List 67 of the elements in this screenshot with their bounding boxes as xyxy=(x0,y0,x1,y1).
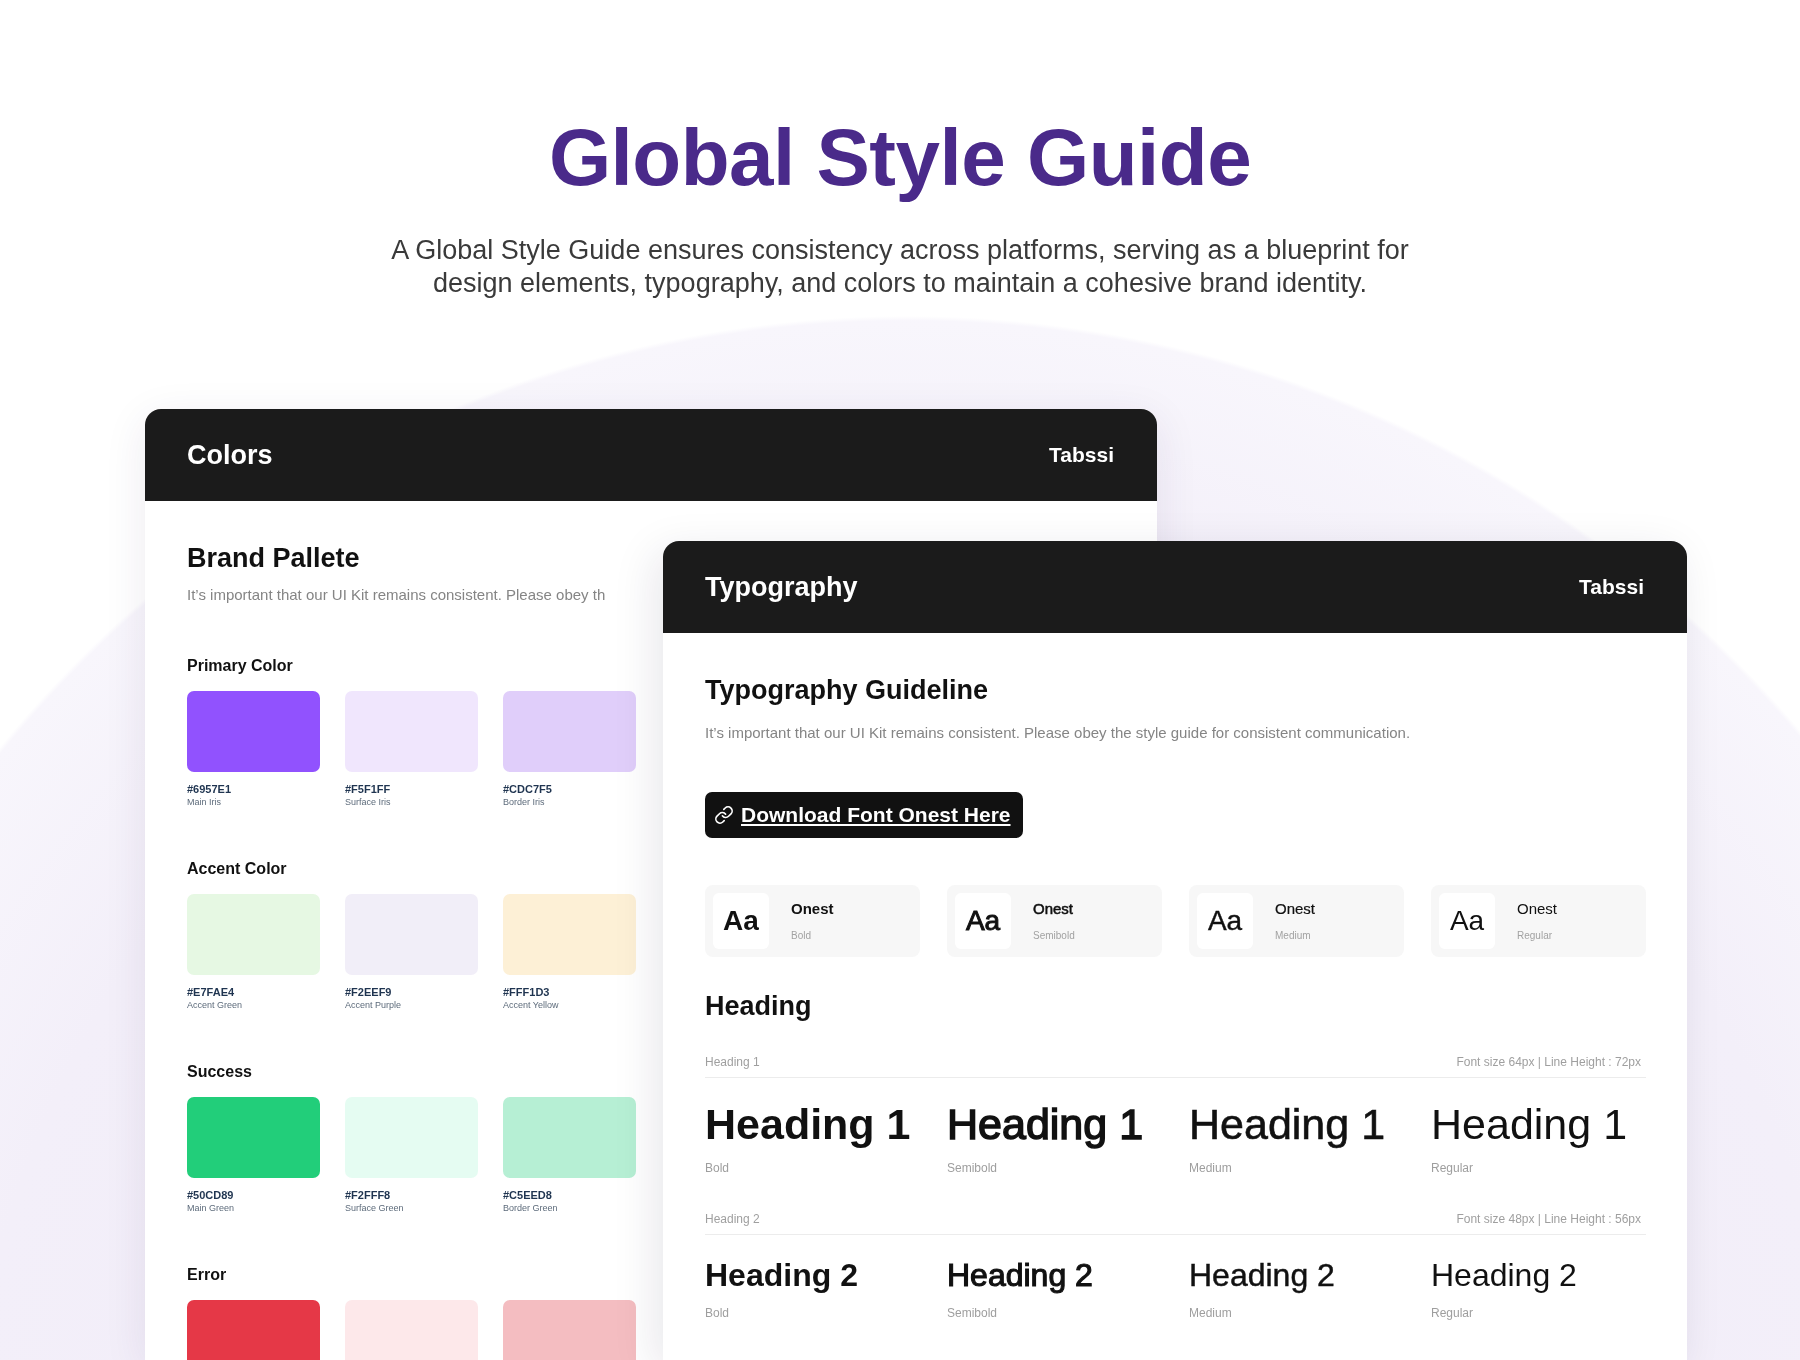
font-family-name: Onest xyxy=(1275,900,1316,918)
section-description: It’s important that our UI Kit remains consistent. Please obey the style guide for consistent communication. xyxy=(705,723,1411,743)
panel-title: Typography xyxy=(705,571,858,603)
font-weight-label: Bold xyxy=(705,1160,730,1176)
font-sample: Aa xyxy=(713,893,769,949)
heading-sample: Heading 2 xyxy=(1431,1256,1577,1295)
page-title: Global Style Guide xyxy=(548,112,1252,204)
group-title: Primary Color xyxy=(187,656,294,676)
font-weight-label: Semibold xyxy=(1033,930,1075,942)
heading-sample: Heading 1 xyxy=(947,1099,1144,1150)
color-hex-code: #CDC7F5 xyxy=(503,782,552,796)
font-weight-label: Regular xyxy=(1517,930,1553,942)
heading-sample: Heading 2 xyxy=(1189,1256,1335,1295)
heading-sample: Heading 2 xyxy=(705,1256,858,1295)
section-title: Typography Guideline xyxy=(705,674,989,707)
group-title: Success xyxy=(187,1062,253,1082)
group-title: Error xyxy=(187,1265,228,1285)
page-subtitle: A Global Style Guide ensures consistency across platforms, serving as a blueprint for design elements, typography, and colors to maintain a cohesive brand identity. xyxy=(390,234,1410,300)
font-weight-label: Medium xyxy=(1275,930,1311,942)
brand-name: Tabssi xyxy=(1049,443,1114,467)
panel-title: Colors xyxy=(187,439,273,471)
font-weight-label: Regular xyxy=(1431,1305,1474,1321)
font-sample: Aa xyxy=(1197,893,1253,949)
section-description: It’s important that our UI Kit remains consistent. Please obey th xyxy=(187,585,606,605)
color-hex-code: #E7FAE4 xyxy=(187,985,235,999)
font-weight-label: Semibold xyxy=(947,1160,998,1176)
color-name: Accent Yellow xyxy=(503,999,559,1011)
color-name: Main Green xyxy=(187,1202,235,1214)
color-hex-code: #F2EEF9 xyxy=(345,985,392,999)
font-weight-label: Medium xyxy=(1189,1305,1232,1321)
brand-name: Tabssi xyxy=(1579,575,1644,599)
font-spec: Font size 64px | Line Height : 72px xyxy=(1456,1054,1641,1070)
font-weight-label: Bold xyxy=(791,930,811,942)
color-name: Border Green xyxy=(503,1202,558,1214)
color-name: Border Iris xyxy=(503,796,545,808)
color-hex-code: #F5F1FF xyxy=(345,782,391,796)
font-family-name: Onest xyxy=(1517,900,1558,918)
font-weight-label: Regular xyxy=(1431,1160,1474,1176)
font-family-name: Onest xyxy=(791,900,834,918)
heading-section-title: Heading xyxy=(705,990,812,1022)
font-sample: Aa xyxy=(955,893,1011,949)
font-sample: Aa xyxy=(1439,893,1495,949)
heading-level-label: Heading 1 xyxy=(705,1054,760,1070)
color-name: Surface Iris xyxy=(345,796,391,808)
heading-sample: Heading 2 xyxy=(947,1256,1093,1295)
color-name: Main Iris xyxy=(187,796,221,808)
color-name: Surface Green xyxy=(345,1202,404,1214)
section-title: Brand Pallete xyxy=(187,542,360,575)
font-spec: Font size 48px | Line Height : 56px xyxy=(1456,1211,1641,1227)
heading-sample: Heading 1 xyxy=(1431,1099,1628,1150)
font-weight-label: Bold xyxy=(705,1305,730,1321)
color-hex-code: #50CD89 xyxy=(187,1188,234,1202)
heading-sample: Heading 1 xyxy=(1189,1099,1386,1150)
font-weight-label: Medium xyxy=(1189,1160,1232,1176)
link-icon xyxy=(715,806,733,824)
font-weight-label: Semibold xyxy=(947,1305,998,1321)
color-hex-code: #6957E1 xyxy=(187,782,232,796)
color-hex-code: #F2FFF8 xyxy=(345,1188,391,1202)
download-font-button[interactable]: Download Font Onest Here xyxy=(705,792,1023,838)
color-name: Accent Green xyxy=(187,999,243,1011)
group-title: Accent Color xyxy=(187,859,288,879)
color-hex-code: #FFF1D3 xyxy=(503,985,550,999)
color-name: Accent Purple xyxy=(345,999,402,1011)
color-hex-code: #C5EED8 xyxy=(503,1188,552,1202)
heading-sample: Heading 1 xyxy=(705,1099,911,1150)
font-family-name: Onest xyxy=(1033,900,1074,918)
heading-level-label: Heading 2 xyxy=(705,1211,760,1227)
